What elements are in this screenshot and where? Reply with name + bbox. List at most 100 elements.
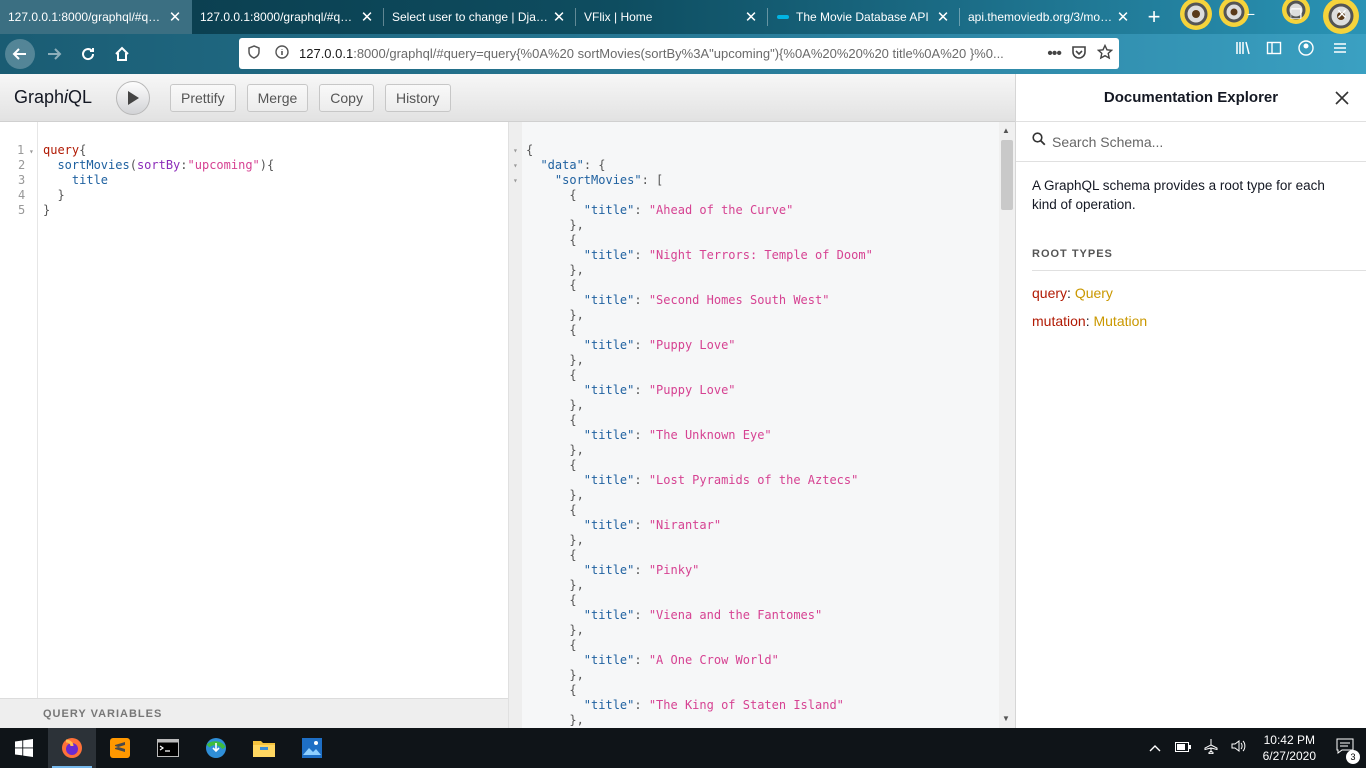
more-icon[interactable]: ••• [1047,45,1062,63]
result-line: }, [569,533,584,547]
result-line: }, [569,578,584,592]
library-icon[interactable] [1235,40,1251,59]
type-link-mutation[interactable]: Mutation [1093,313,1147,329]
tab-title: api.themoviedb.org/3/movie [968,10,1114,24]
execute-query-button[interactable] [116,80,150,115]
tab-title: VFlix | Home [584,10,653,24]
result-scrollbar[interactable]: ▲ ▼ [999,122,1015,728]
fold-arrow-icon[interactable]: ▾ [513,158,518,173]
taskbar-photos[interactable] [288,728,336,768]
close-icon[interactable]: ✕ [166,8,184,26]
browser-tab[interactable]: Select user to change | Django ✕ [384,0,576,34]
taskbar-terminal[interactable] [144,728,192,768]
doc-explorer-header: Documentation Explorer [1016,74,1366,122]
volume-icon[interactable] [1231,739,1247,758]
close-icon[interactable]: ✕ [934,8,952,26]
browser-tab[interactable]: api.themoviedb.org/3/movie ✕ [960,0,1140,34]
back-button[interactable] [5,39,35,69]
fold-arrow-icon[interactable]: ▾ [513,143,518,158]
taskbar-sublime[interactable] [96,728,144,768]
tab-title: 127.0.0.1:8000/graphql/#query [200,10,358,24]
start-button[interactable] [0,728,48,768]
result-line: { [569,593,577,607]
sublime-text-icon [110,738,130,758]
new-tab-button[interactable]: + [1140,0,1168,34]
shield-icon[interactable] [247,45,261,62]
close-window-icon[interactable]: ✕ [1332,6,1352,23]
search-schema-input[interactable]: Search Schema... [1016,122,1366,162]
query-line: } [43,203,51,217]
sidebar-icon[interactable] [1266,40,1282,59]
root-type-mutation: mutation: Mutation [1032,313,1148,329]
line-number: 4 [18,188,26,202]
result-line: { [569,188,577,202]
airplane-mode-icon[interactable] [1203,738,1219,759]
result-line: }, [569,218,584,232]
browser-tab[interactable]: The Movie Database API ✕ [768,0,960,34]
result-line: }, [569,488,584,502]
tmdb-favicon-icon [776,10,790,24]
merge-button[interactable]: Merge [246,83,309,112]
history-button[interactable]: History [384,83,451,112]
forward-button[interactable] [39,39,69,69]
type-link-query[interactable]: Query [1075,285,1113,301]
query-editor[interactable]: 1 ▾ 2 3 4 5 query{ sortMovies(sortBy:"up… [0,122,509,728]
system-clock[interactable]: 10:42 PM 6/27/2020 [1263,732,1316,764]
result-line: "title": "Ahead of the Curve" [583,203,794,217]
file-explorer-icon [253,741,275,757]
notifications-icon[interactable]: 3 [1336,737,1360,764]
copy-button[interactable]: Copy [319,83,374,112]
result-line: "sortMovies": [ [554,173,664,187]
result-line: { [526,143,534,157]
scroll-up-icon[interactable]: ▲ [1002,126,1010,135]
menu-icon[interactable] [1332,40,1348,59]
minimize-icon[interactable]: − [1241,6,1261,22]
info-icon[interactable] [275,45,289,62]
url-path: :8000/graphql/#query=query{%0A%20 sortMo… [353,46,1004,61]
scroll-down-icon[interactable]: ▼ [1002,714,1010,723]
battery-icon[interactable] [1174,739,1191,757]
result-line: "title": "Night Terrors: Temple of Doom" [583,248,873,262]
query-variables-toggle[interactable]: QUERY VARIABLES [0,698,508,728]
fold-arrow-icon[interactable]: ▾ [513,173,518,188]
taskbar-idm[interactable] [192,728,240,768]
restore-icon[interactable]: ❐ [1286,6,1306,23]
terminal-icon [157,739,179,757]
tab-title: The Movie Database API [796,10,929,24]
close-icon[interactable]: ✕ [742,8,760,26]
taskbar-firefox[interactable] [48,728,96,768]
home-icon [115,46,129,61]
browser-tab[interactable]: VFlix | Home ✕ [576,0,768,34]
close-icon[interactable]: ✕ [550,8,568,26]
star-icon[interactable] [1096,43,1114,63]
browser-tab[interactable]: 127.0.0.1:8000/graphql/#query ✕ [0,0,192,34]
tab-title: 127.0.0.1:8000/graphql/#query [8,10,166,24]
result-line: { [569,323,577,337]
close-icon[interactable] [1332,88,1352,108]
url-bar[interactable]: 127.0.0.1:8000/graphql/#query=query{%0A%… [239,38,1119,69]
root-type-query: query: Query [1032,285,1113,301]
reload-button[interactable] [73,39,103,69]
taskbar-file-explorer[interactable] [240,728,288,768]
scrollbar-thumb[interactable] [1001,140,1013,210]
home-button[interactable] [107,39,137,69]
browser-tab-bar: 127.0.0.1:8000/graphql/#query ✕ 127.0.0.… [0,0,1366,34]
line-number: 1 ▾ [17,143,34,157]
pocket-icon[interactable] [1071,44,1087,63]
root-types-heading: ROOT TYPES [1032,248,1366,271]
url-host: 127.0.0.1 [299,46,354,61]
result-line: "title": "Viena and the Fantomes" [583,608,823,622]
chevron-up-icon[interactable] [1149,739,1161,757]
result-line: }, [569,263,584,277]
query-line: title [71,173,109,187]
prettify-button[interactable]: Prettify [170,83,236,112]
search-placeholder: Search Schema... [1052,133,1164,150]
close-icon[interactable]: ✕ [358,8,376,26]
line-number-gutter: 1 ▾ 2 3 4 5 [0,122,38,698]
result-line: }, [569,443,584,457]
account-icon[interactable] [1298,40,1314,59]
close-icon[interactable]: ✕ [1114,8,1132,26]
browser-tab[interactable]: 127.0.0.1:8000/graphql/#query ✕ [192,0,384,34]
search-icon [1032,132,1046,151]
clock-date: 6/27/2020 [1262,749,1316,763]
